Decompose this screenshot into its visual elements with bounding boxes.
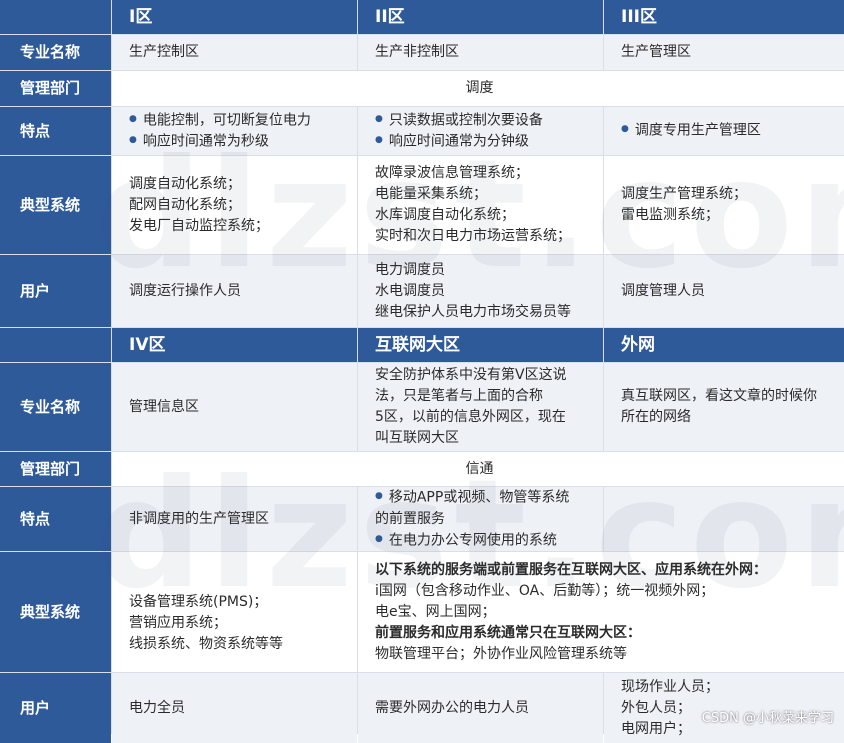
row-label-users: 用户 xyxy=(0,255,111,327)
header-corner-2 xyxy=(0,328,111,362)
cell-features-zone-1: 电能控制，可切断复位电力 响应时间通常为秒级 xyxy=(112,107,357,155)
list-item: 只读数据或控制次要设备 xyxy=(375,110,595,132)
list-item: 配网自动化系统； xyxy=(129,196,241,213)
cell-features-internet: 移动APP或视频、物管等系统 的前置服务 在电力办公专网使用的系统 xyxy=(358,487,603,551)
cell-features-zone-4: 非调度用的生产管理区 xyxy=(112,487,357,551)
list-item: 雷电监测系统； xyxy=(621,207,719,223)
list-item: 响应时间通常为分钟级 xyxy=(375,131,595,153)
list-item: 管理信息区 xyxy=(129,398,199,415)
cell-users-internet: 需要外网办公的电力人员 xyxy=(358,673,603,743)
list-item: 调度管理人员 xyxy=(621,282,705,299)
list-item: 在电力办公专网使用的系统 xyxy=(375,530,595,552)
list-item: 继电保护人员电力市场交易员等 xyxy=(375,303,571,320)
cell-systems-zone-1: 调度自动化系统； 配网自动化系统； 发电厂自动监控系统； xyxy=(112,156,357,254)
cell-systems-merged: 以下系统的服务端或前置服务在互联网大区、应用系统在外网： i国网（包含移动作业、… xyxy=(358,552,844,672)
list-item: 调度专用生产管理区 xyxy=(621,120,839,142)
cell-dept-bottom: 信通 xyxy=(112,452,844,486)
cell-features-external xyxy=(604,487,844,551)
row-label-systems-2: 典型系统 xyxy=(0,552,111,672)
header-internet-zone: 互联网大区 xyxy=(358,328,603,362)
list-item: 移动APP或视频、物管等系统 xyxy=(375,487,595,509)
list-item: 实时和次日电力市场运营系统； xyxy=(375,228,571,244)
cell-users-zone-3: 调度管理人员 xyxy=(604,255,844,327)
list-item: 以下系统的服务端或前置服务在互联网大区、应用系统在外网： xyxy=(375,561,767,578)
header-zone-3: III区 xyxy=(604,0,844,34)
cell-major-zone-2: 生产非控制区 xyxy=(358,35,603,70)
cell-users-zone-2: 电力调度员 水电调度员 继电保护人员电力市场交易员等 xyxy=(358,255,603,327)
list-item: 非调度用的生产管理区 xyxy=(129,510,269,527)
list-item: 营销应用系统； xyxy=(129,614,227,631)
row-label-dept: 管理部门 xyxy=(0,71,111,106)
list-item: 前置服务和应用系统通常只在互联网大区： xyxy=(375,624,641,641)
cell-major-zone-4: 管理信息区 xyxy=(112,363,357,451)
list-item: 响应时间通常为秒级 xyxy=(129,131,349,153)
list-item: 现场作业人员； xyxy=(621,678,719,695)
cell-major-external: 真互联网区，看这文章的时候你 所在的网络 xyxy=(604,363,844,451)
list-item: 法，只是笔者与上面的合称 xyxy=(375,388,543,404)
list-item: 5区，以前的信息外网区，现在 xyxy=(375,409,566,425)
list-item: 调度生产管理系统； xyxy=(621,186,747,202)
zones-table: I区 II区 III区 专业名称 生产控制区 生产非控制区 生产管理区 管理部门… xyxy=(0,0,844,743)
row-label-features: 特点 xyxy=(0,107,111,155)
list-item: 水库调度自动化系统； xyxy=(375,207,515,223)
cell-major-internet: 安全防护体系中没有第V区这说 法，只是笔者与上面的合称 5区，以前的信息外网区，… xyxy=(358,363,603,451)
cell-features-zone-2: 只读数据或控制次要设备 响应时间通常为分钟级 xyxy=(358,107,603,155)
header-zone-1: I区 xyxy=(112,0,357,34)
list-item: 故障录波信息管理系统； xyxy=(375,165,529,181)
row-label-features-2: 特点 xyxy=(0,487,111,551)
cell-systems-zone-2: 故障录波信息管理系统； 电能量采集系统； 水库调度自动化系统； 实时和次日电力市… xyxy=(358,156,603,254)
credit-text: CSDN @小秋菜来学习 xyxy=(701,711,834,726)
cell-users-zone-1: 调度运行操作人员 xyxy=(112,255,357,327)
list-item: 需要外网办公的电力人员 xyxy=(375,699,529,716)
list-item: 线损系统、物资系统等等 xyxy=(129,635,283,652)
cell-dept-top: 调度 xyxy=(112,71,844,106)
list-item: 电e宝、网上国网； xyxy=(375,603,496,620)
list-item: 电力调度员 xyxy=(375,261,445,278)
cell-major-zone-3: 生产管理区 xyxy=(604,35,844,70)
list-item: 真互联网区，看这文章的时候你 xyxy=(621,388,817,404)
list-item: i国网（包含移动作业、OA、后勤等）；统一视频外网； xyxy=(375,582,715,599)
header-zone-2: II区 xyxy=(358,0,603,34)
header-external-net: 外网 xyxy=(604,328,844,362)
list-item: 物联管理平台；外协作业风险管理系统等 xyxy=(375,645,627,662)
row-label-major: 专业名称 xyxy=(0,35,111,70)
list-item: 水电调度员 xyxy=(375,282,445,299)
list-item: 电能量采集系统； xyxy=(375,186,487,202)
cell-features-zone-3: 调度专用生产管理区 xyxy=(604,107,844,155)
list-item: 所在的网络 xyxy=(621,409,691,425)
list-item: 发电厂自动监控系统； xyxy=(129,217,269,234)
cell-systems-zone-3: 调度生产管理系统； 雷电监测系统； xyxy=(604,156,844,254)
row-label-major-2: 专业名称 xyxy=(0,363,111,451)
row-label-users-2: 用户 xyxy=(0,673,111,743)
cell-systems-zone-4: 设备管理系统(PMS)； 营销应用系统； 线损系统、物资系统等等 xyxy=(112,552,357,672)
cell-users-zone-4: 电力全员 xyxy=(112,673,357,743)
list-item: 电力全员 xyxy=(129,699,185,716)
row-label-systems: 典型系统 xyxy=(0,156,111,254)
list-item: 调度运行操作人员 xyxy=(129,282,241,299)
list-item: 电能控制，可切断复位电力 xyxy=(129,110,349,132)
header-zone-4: IV区 xyxy=(112,328,357,362)
row-label-dept-2: 管理部门 xyxy=(0,452,111,486)
list-item: 叫互联网大区 xyxy=(375,430,459,446)
list-item: 设备管理系统(PMS)； xyxy=(129,593,268,610)
list-item: 调度自动化系统； xyxy=(129,175,241,192)
header-corner xyxy=(0,0,111,34)
list-item: 安全防护体系中没有第V区这说 xyxy=(375,367,567,383)
cell-major-zone-1: 生产控制区 xyxy=(112,35,357,70)
list-item: 的前置服务 xyxy=(375,510,445,527)
